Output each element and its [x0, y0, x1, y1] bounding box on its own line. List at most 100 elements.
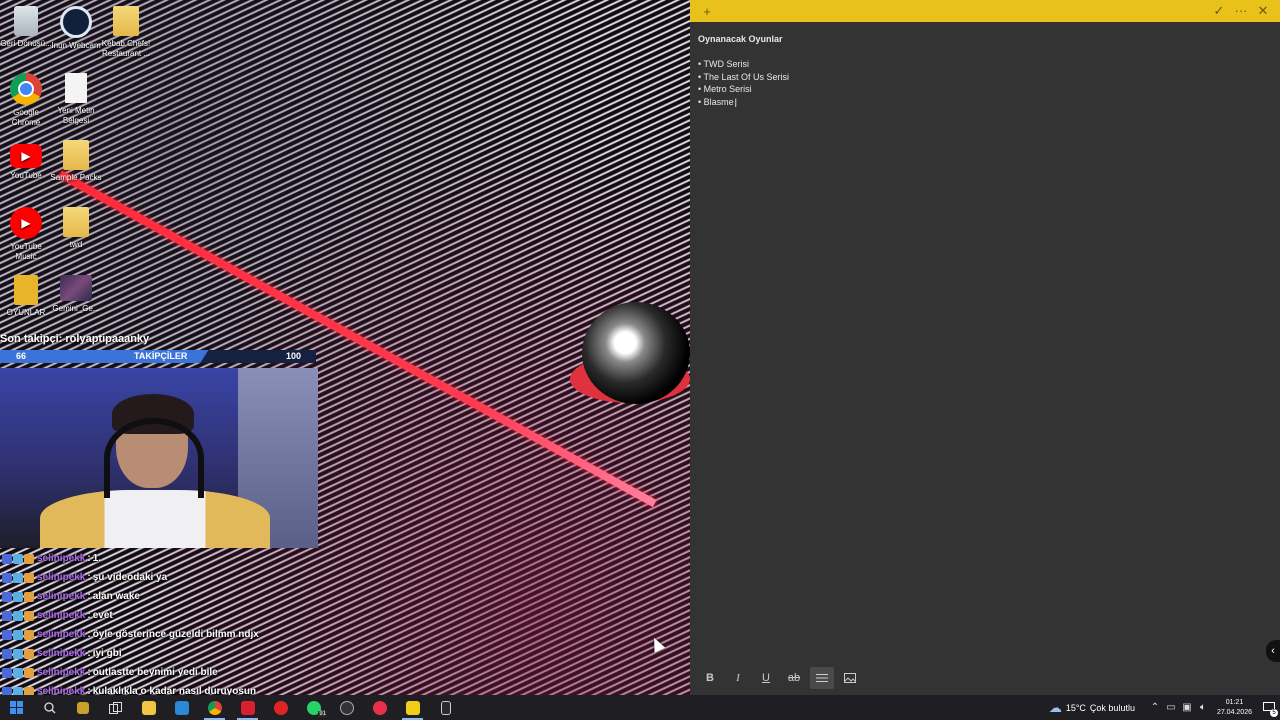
chat-username[interactable]: selinipekk — [37, 553, 85, 564]
sticky-note-window[interactable]: + ✓ ··· ✕ Oynanacak Oyunlar TWD Serisi T… — [690, 0, 1280, 695]
chat-separator: : — [87, 686, 91, 695]
desktop-icon-oyunlar[interactable]: OYUNLAR — [0, 275, 52, 318]
chat-badges — [2, 629, 34, 640]
chevron-left-icon[interactable]: ‹ — [1266, 640, 1280, 662]
taskbar-chrome[interactable] — [198, 695, 231, 720]
games-folder-icon — [14, 275, 38, 305]
underline-button[interactable]: U — [754, 667, 778, 689]
taskbar-epic-games[interactable] — [429, 695, 462, 720]
chat-badge-icon — [2, 572, 12, 583]
desktop-icon-youtube[interactable]: ▶ YouTube — [0, 140, 52, 181]
note-list-item[interactable]: Metro Serisi — [698, 83, 1272, 96]
chat-message: selinipekk: iyi gbi — [0, 644, 320, 663]
chat-badge-icon — [2, 648, 12, 659]
note-list-item[interactable]: Blasme — [698, 96, 1272, 109]
note-list-item[interactable]: The Last Of Us Serisi — [698, 71, 1272, 84]
bold-button[interactable]: B — [698, 667, 722, 689]
desktop-icon-label: Gemini_Ge... — [52, 304, 100, 313]
taskbar-whatsapp[interactable]: 91 — [297, 695, 330, 720]
chevron-up-icon[interactable]: ⌃ — [1147, 702, 1163, 713]
youtube-icon: ▶ — [10, 144, 42, 168]
insert-image-button[interactable] — [838, 667, 862, 689]
chat-username[interactable]: selinipekk — [37, 610, 85, 621]
file-explorer-icon — [141, 700, 156, 715]
epic-games-icon — [440, 700, 451, 715]
headphones-icon — [104, 418, 204, 498]
close-icon[interactable]: ✕ — [1254, 3, 1272, 19]
desktop-icon-label: twd — [69, 240, 83, 249]
streamer — [40, 394, 270, 548]
desktop-icon-youtube-music[interactable]: ▶ YouTube Music — [0, 207, 52, 262]
start-button[interactable] — [0, 695, 33, 720]
taskbar-store[interactable] — [165, 695, 198, 720]
notification-count: 5 — [1270, 709, 1278, 717]
taskbar-app-pinned[interactable] — [66, 695, 99, 720]
desktop-icon-gemini-image[interactable]: Gemini_Ge... — [50, 275, 102, 314]
chat-username[interactable]: selinipekk — [37, 648, 85, 659]
recycle-bin-icon — [14, 6, 38, 36]
folder-icon — [63, 207, 89, 237]
desktop-icon-kebab-chefs[interactable]: Kebab Chefs! Restaurant ... — [100, 6, 152, 59]
chat-username[interactable]: selinipekk — [37, 591, 85, 602]
chat-message-text: 1. — [92, 553, 102, 564]
chat-username[interactable]: selinipekk — [37, 686, 85, 695]
follower-goal-current: 66 — [16, 351, 27, 361]
chat-badge-icon — [2, 610, 12, 621]
chat-message: selinipekk: alan wake — [0, 587, 320, 606]
chat-badge-icon — [2, 591, 12, 602]
desktop-icon-label: Sample Packs — [50, 173, 102, 182]
desktop-icon-text-document[interactable]: Yeni Metin Belgesi — [50, 73, 102, 126]
weather-condition: Çok bulutlu — [1089, 702, 1135, 713]
note-list-item[interactable]: TWD Serisi — [698, 58, 1272, 71]
note-title[interactable]: Oynanacak Oyunlar — [698, 34, 1272, 44]
add-note-icon[interactable]: + — [698, 4, 716, 19]
desktop-icon-webcam[interactable]: Inun Webcam — [50, 6, 102, 51]
clock[interactable]: 01:21 27.04.2026 — [1217, 698, 1252, 718]
chat-separator: : — [87, 553, 91, 564]
sticky-notes-icon — [405, 700, 420, 715]
chat-message: selinipekk:1. — [0, 549, 320, 568]
desktop-icon-label: OYUNLAR — [6, 308, 46, 317]
chat-badge-icon — [13, 629, 23, 640]
taskbar-app-red-circle[interactable] — [264, 695, 297, 720]
chat-username[interactable]: selinipekk — [37, 629, 85, 640]
taskbar-sticky-notes[interactable] — [396, 695, 429, 720]
chat-separator: : — [87, 610, 91, 621]
follower-goal-target: 100 — [286, 351, 302, 361]
search-button[interactable] — [33, 695, 66, 720]
sticky-note-header[interactable]: + ✓ ··· ✕ — [690, 0, 1280, 22]
chat-badge-icon — [24, 648, 34, 659]
chat-badges — [2, 591, 34, 602]
bullet-list-button[interactable] — [810, 667, 834, 689]
check-icon[interactable]: ✓ — [1210, 3, 1228, 19]
taskbar-file-explorer[interactable] — [132, 695, 165, 720]
chat-badge-icon — [24, 610, 34, 621]
sticky-note-body[interactable]: Oynanacak Oyunlar TWD Serisi The Last Of… — [690, 22, 1280, 116]
taskbar-app-red[interactable] — [231, 695, 264, 720]
note-bullet-list[interactable]: TWD Serisi The Last Of Us Serisi Metro S… — [698, 58, 1272, 108]
meet-now-icon[interactable]: ▭ — [1163, 702, 1179, 713]
more-options-icon[interactable]: ··· — [1232, 3, 1250, 19]
chat-username[interactable]: selinipekk — [37, 667, 85, 678]
strikethrough-button[interactable]: ab — [782, 667, 806, 689]
chat-badge-icon — [13, 648, 23, 659]
task-view-button[interactable] — [99, 695, 132, 720]
chat-badge-icon — [2, 686, 12, 695]
chat-separator: : — [87, 591, 91, 602]
desktop-icon-twd[interactable]: twd — [50, 207, 102, 250]
streamer-shirt — [40, 490, 270, 548]
chat-badges — [2, 648, 34, 659]
weather-widget[interactable]: ☁ 15°C Çok bulutlu — [1049, 700, 1135, 716]
chat-username[interactable]: selinipekk — [37, 572, 85, 583]
taskbar-obs[interactable] — [330, 695, 363, 720]
desktop-icon-recycle-bin[interactable]: Geri Dönüşü... — [0, 6, 52, 49]
chat-badge-icon — [13, 686, 23, 695]
desktop-icon-chrome[interactable]: Google Chrome — [0, 73, 52, 128]
network-icon[interactable]: ▣ — [1179, 702, 1195, 713]
taskbar-app-pink[interactable] — [363, 695, 396, 720]
italic-button[interactable]: I — [726, 667, 750, 689]
volume-icon[interactable]: 🔈︎ — [1195, 702, 1211, 713]
chat-message-text: outlastte beynimi yedi bile — [92, 667, 218, 678]
notification-center-button[interactable]: 5 — [1258, 695, 1280, 720]
desktop-icon-sample-packs[interactable]: Sample Packs — [50, 140, 102, 183]
